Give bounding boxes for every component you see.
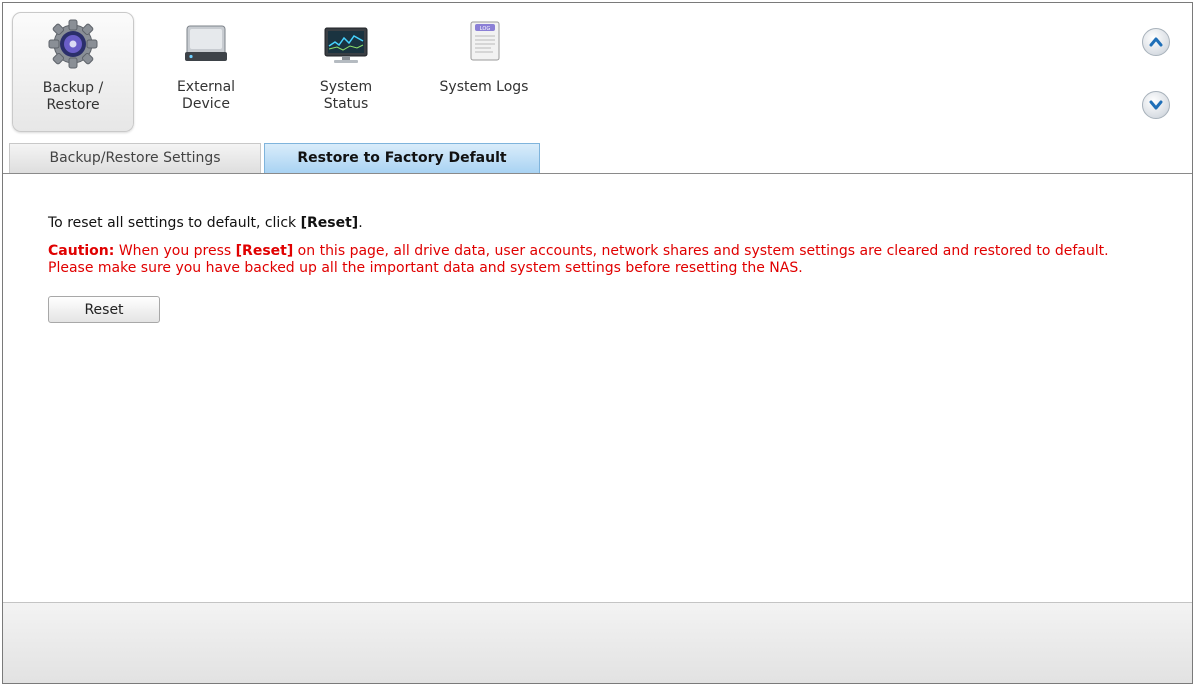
log-document-icon: LOG [470,21,500,61]
intro-text-part: To reset all settings to default, click [48,215,301,231]
svg-text:LOG: LOG [480,26,491,32]
toolbar: Backup / Restore External Device System … [3,3,1192,135]
intro-reset-keyword: [Reset] [300,215,359,231]
toolbar-item-external-device[interactable]: External Device [145,12,267,132]
caution-label: Caution: [48,243,115,259]
toolbar-item-system-status[interactable]: System Status [285,12,407,132]
scroll-up-button[interactable] [1142,28,1170,56]
tab-backup-restore-settings[interactable]: Backup/Restore Settings [9,143,261,173]
toolbar-item-backup-restore[interactable]: Backup / Restore [12,12,134,132]
monitor-icon [324,27,368,63]
tab-restore-to-factory-default[interactable]: Restore to Factory Default [264,143,540,173]
chevron-up-icon [1149,37,1163,47]
toolbar-item-label: Backup / Restore [42,80,104,113]
hard-drive-icon [185,25,227,61]
caution-text-part: When you press [114,243,236,259]
intro-text: To reset all settings to default, click … [48,215,1158,231]
caution-reset-keyword: [Reset] [235,243,294,259]
caution-message: Caution: When you press [Reset] on this … [48,243,1118,277]
toolbar-item-system-logs[interactable]: LOG System Logs [423,12,545,132]
chevron-down-icon [1149,100,1163,110]
reset-button[interactable]: Reset [48,296,160,323]
toolbar-item-label: External Device [176,79,236,112]
footer-bar [3,602,1192,683]
toolbar-item-label: System Logs [439,79,529,95]
gear-disc-icon [48,19,98,69]
intro-text-end: . [358,215,363,231]
scroll-down-button[interactable] [1142,91,1170,119]
tab-divider [3,173,1192,174]
app-window: Backup / Restore External Device System … [2,2,1193,684]
toolbar-item-label: System Status [319,79,373,112]
main-content: To reset all settings to default, click … [48,215,1158,323]
